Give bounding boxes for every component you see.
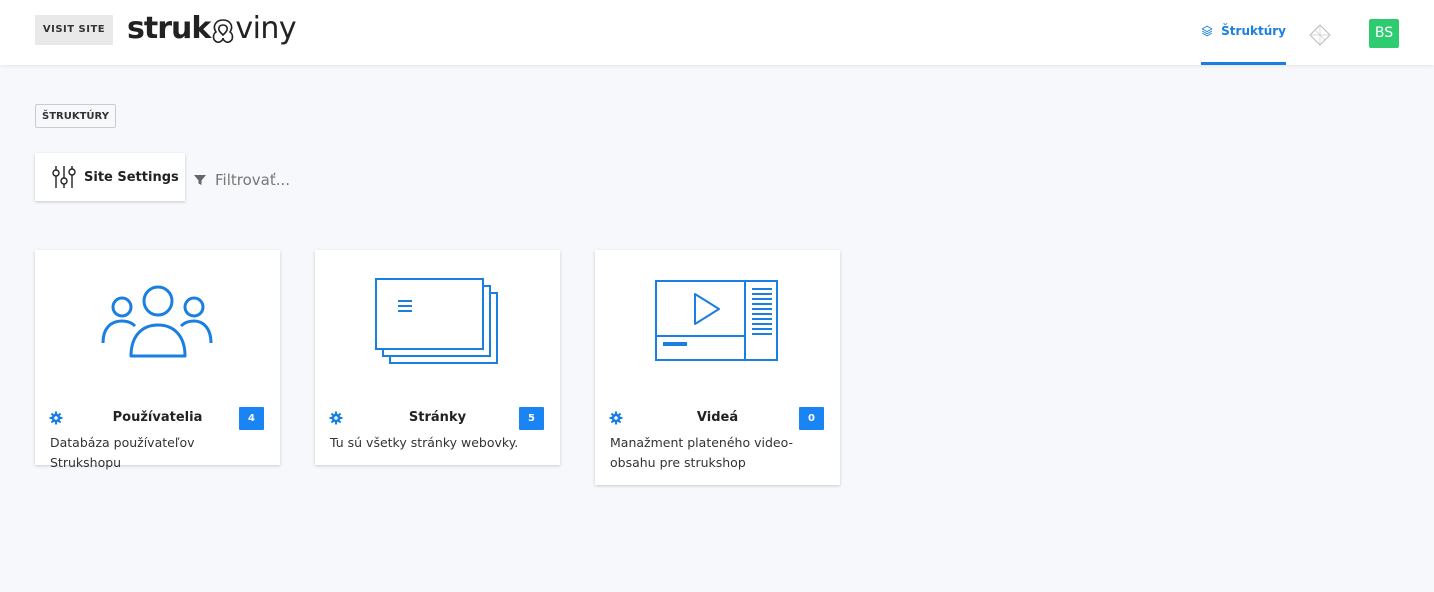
pages-icon <box>375 278 498 364</box>
site-settings-label: Site Settings <box>84 169 179 185</box>
top-bar: VISIT SITE struk viny Štruktúry BS <box>0 0 1434 65</box>
breadcrumb[interactable]: ŠTRUKTÚRY <box>35 104 116 128</box>
card-description: Tu sú všetky stránky webovky. <box>330 435 519 450</box>
card-description: Manažment plateného video-obsahu pre str… <box>610 435 793 470</box>
count-badge: 5 <box>519 407 544 430</box>
diamond-icon[interactable] <box>1308 23 1332 47</box>
card-stranky[interactable]: Stránky 5 Tu sú všetky stránky webovky. <box>315 250 560 465</box>
filter-icon <box>194 175 206 185</box>
card-pouzivatelia[interactable]: Používatelia 4 Databáza používateľov Str… <box>35 250 280 470</box>
filter-bar <box>193 168 395 192</box>
users-icon <box>101 285 213 358</box>
card-videa[interactable]: Videá 0 Manažment plateného video-obsahu… <box>595 250 840 485</box>
user-avatar[interactable]: BS <box>1369 19 1399 48</box>
tab-struktury-label: Štruktúry <box>1221 24 1286 38</box>
logo-mark-icon <box>213 19 234 43</box>
logo-text-bold: struk <box>127 11 211 46</box>
site-logo[interactable]: struk viny <box>127 9 297 53</box>
sliders-icon <box>52 166 76 188</box>
layers-icon <box>1201 25 1213 37</box>
card-description: Databáza používateľov Strukshopu <box>50 435 195 470</box>
video-icon <box>655 280 778 361</box>
logo-text-light: viny <box>235 11 297 46</box>
visit-site-button[interactable]: VISIT SITE <box>35 15 113 45</box>
count-badge: 0 <box>799 407 824 430</box>
tab-struktury[interactable]: Štruktúry <box>1201 0 1286 65</box>
filter-input[interactable] <box>215 171 395 189</box>
count-badge: 4 <box>239 407 264 430</box>
site-settings-button[interactable]: Site Settings <box>35 153 185 201</box>
